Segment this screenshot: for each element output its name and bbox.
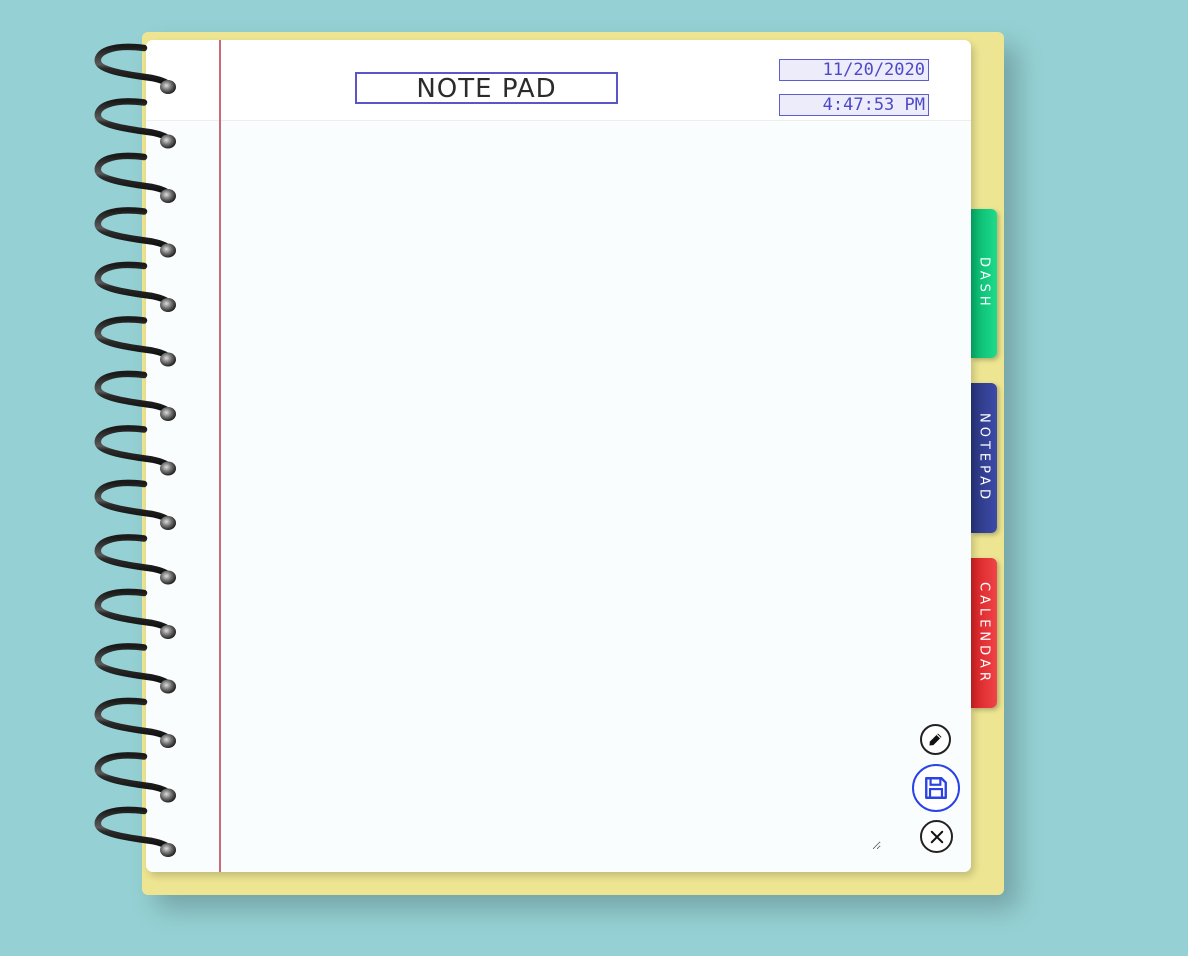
time-display: 4:47:53 PM	[779, 94, 929, 116]
ring	[98, 701, 176, 748]
ring	[98, 374, 176, 421]
ring	[98, 646, 176, 693]
ring	[98, 265, 176, 312]
tab-calendar[interactable]: CALENDAR	[971, 558, 997, 708]
pen-icon	[929, 733, 942, 746]
ring	[98, 319, 176, 366]
ring	[98, 210, 176, 257]
tab-notepad[interactable]: NOTEPAD	[971, 383, 997, 533]
ring	[98, 428, 176, 475]
ring	[98, 156, 176, 203]
tab-dash-label: DASH	[976, 257, 992, 310]
date-value: 11/20/2020	[822, 60, 925, 80]
ring	[98, 101, 176, 148]
floppy-disk-icon	[925, 777, 947, 799]
save-button[interactable]	[912, 764, 960, 812]
ring	[98, 755, 176, 802]
notepad-app: DASH NOTEPAD CALENDAR NOTE PAD 11/20/202…	[0, 0, 1188, 956]
close-circle-icon	[930, 830, 943, 843]
tab-calendar-label: CALENDAR	[976, 581, 992, 685]
ring	[98, 483, 176, 530]
margin-line	[219, 40, 221, 872]
page-title: NOTE PAD	[355, 72, 618, 104]
tab-notepad-label: NOTEPAD	[976, 412, 992, 504]
spiral-binding	[92, 38, 192, 868]
close-button[interactable]	[920, 820, 953, 853]
notebook-page: NOTE PAD 11/20/2020 4:47:53 PM	[146, 40, 971, 872]
date-display: 11/20/2020	[779, 59, 929, 81]
ring	[98, 537, 176, 584]
edit-button[interactable]	[920, 724, 951, 755]
ring	[98, 810, 176, 857]
page-header: NOTE PAD 11/20/2020 4:47:53 PM	[146, 40, 971, 121]
tab-dash[interactable]: DASH	[971, 209, 997, 358]
note-textarea[interactable]	[226, 124, 881, 850]
time-value: 4:47:53 PM	[822, 95, 925, 115]
ring	[98, 592, 176, 639]
ring	[98, 47, 176, 94]
